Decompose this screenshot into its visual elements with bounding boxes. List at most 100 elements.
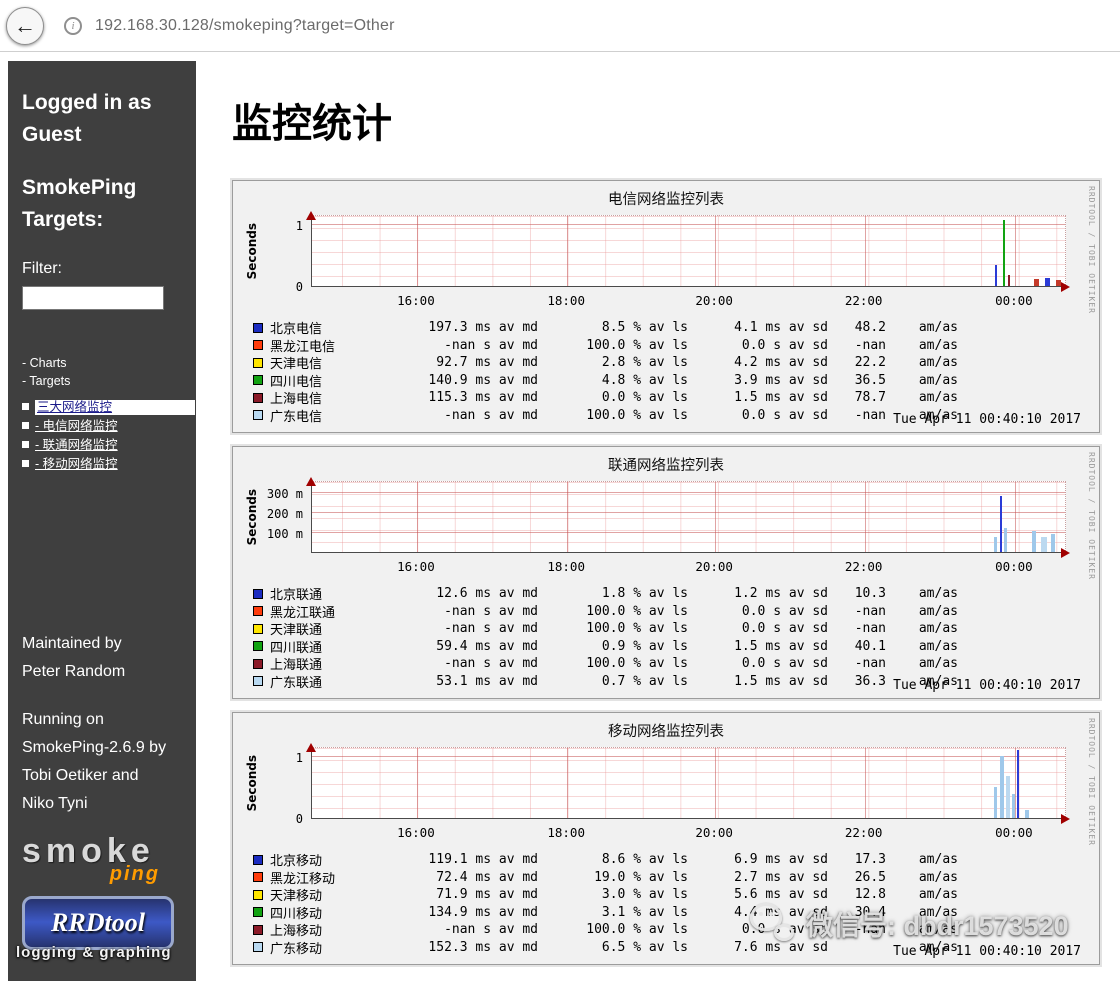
legend-color-swatch — [253, 942, 263, 953]
sd-value: 5.6 ms av sd — [734, 887, 828, 903]
address-bar-url[interactable]: 192.168.30.128/smokeping?target=Other — [95, 17, 395, 35]
legend-color-swatch — [253, 676, 263, 687]
wechat-watermark-text: 微信号: dbdr1573520 — [806, 910, 1069, 941]
tree-item-2[interactable]: - 联通网络监控 — [22, 438, 182, 453]
chart-plot-area: Seconds 1 0 16:00 18:00 20:00 22:00 00:00 — [233, 743, 1099, 843]
amas-value: 36.5 — [854, 372, 886, 388]
smokeping-logo-ping-text: ping — [109, 863, 160, 885]
x-tick-label: 22:00 — [844, 559, 883, 574]
sd-value: 1.5 ms av sd — [734, 390, 828, 406]
tree-item-label[interactable]: - 联通网络监控 — [35, 438, 118, 452]
legend-color-swatch — [253, 357, 263, 368]
median-value: 197.3 ms av md — [428, 320, 538, 336]
legend-row: 天津联通 -nan s av md 100.0 % av ls 0.0 s av sd… — [253, 620, 1099, 638]
loss-value: 100.0 % av ls — [586, 407, 688, 423]
loss-value: 8.5 % av ls — [601, 320, 688, 336]
legend-color-swatch — [253, 623, 263, 634]
filter-label: Filter: — [22, 260, 62, 277]
x-tick-label: 00:00 — [995, 293, 1033, 308]
amas-value: -nan — [854, 603, 886, 619]
running-on-text: Running on SmokePing-2.6.9 by Tobi Oetik… — [22, 711, 167, 812]
sidebar-nav-link-charts[interactable]: - Charts — [22, 354, 182, 372]
sd-value: 3.9 ms av sd — [734, 372, 828, 388]
data-spike — [1031, 531, 1036, 552]
major-grid-line — [567, 216, 569, 286]
median-value: 72.4 ms av md — [436, 869, 538, 885]
filter-input[interactable] — [22, 286, 164, 310]
legend-label: 上海电信 — [270, 392, 323, 408]
chart-title: 电信网络监控列表 — [608, 192, 724, 208]
x-tick-label: 00:00 — [995, 825, 1033, 840]
data-spike — [1033, 279, 1039, 286]
amas-unit: am/as — [918, 621, 958, 637]
back-button[interactable]: ← — [6, 6, 44, 45]
amas-unit: am/as — [918, 586, 958, 602]
data-spike — [1017, 750, 1020, 818]
legend-label: 天津联通 — [270, 623, 323, 639]
rrdtool-logo[interactable]: RRDtool — [22, 896, 174, 950]
tree-item-label[interactable]: - 电信网络监控 — [35, 419, 118, 433]
legend-row: 四川电信 140.9 ms av md 4.8 % av ls 3.9 ms av s… — [253, 372, 1099, 390]
plot-canvas — [306, 477, 1070, 558]
x-axis-arrow-icon — [1061, 548, 1075, 558]
legend-row: 北京联通 12.6 ms av md 1.8 % av ls 1.2 ms av sd… — [253, 585, 1099, 603]
legend-label: 黑龙江电信 — [270, 339, 336, 355]
targets-heading: SmokePing Targets: — [22, 176, 137, 231]
amas-unit: am/as — [918, 337, 958, 353]
legend-label: 上海移动 — [270, 924, 323, 940]
x-tick-label: 18:00 — [547, 559, 585, 574]
sd-value: 0.0 s av sd — [741, 656, 828, 672]
legend-color-swatch — [253, 375, 263, 386]
x-tick-label: 18:00 — [547, 293, 585, 308]
major-grid-line — [567, 482, 569, 552]
legend-color-swatch — [253, 392, 263, 403]
tree-item-3[interactable]: - 移动网络监控 — [22, 457, 182, 472]
data-spike — [1025, 809, 1030, 818]
data-spike — [1002, 219, 1005, 286]
major-grid-line — [416, 216, 418, 286]
legend-color-swatch — [253, 410, 263, 421]
legend-color-swatch — [253, 340, 263, 351]
median-value: -nan s av md — [444, 922, 538, 938]
legend-label: 北京联通 — [270, 588, 323, 604]
sd-value: 1.5 ms av sd — [734, 638, 828, 654]
amas-unit: am/as — [918, 320, 958, 336]
amas-unit: am/as — [918, 372, 958, 388]
maintained-by-text: Maintained by Peter Random — [22, 635, 126, 680]
y-tick-label: 0 — [295, 280, 303, 294]
tree-item-root[interactable]: 三大网络监控 — [22, 400, 195, 415]
legend-row: 黑龙江联通 -nan s av md 100.0 % av ls 0.0 s av s… — [253, 603, 1099, 621]
amas-value: 36.3 — [854, 673, 886, 689]
sidebar-nav-link-targets[interactable]: - Targets — [22, 372, 182, 390]
sidebar: Logged in as Guest SmokePing Targets: Fi… — [8, 61, 196, 981]
tree-item-1[interactable]: - 电信网络监控 — [22, 419, 182, 434]
amas-value: 78.7 — [854, 390, 886, 406]
tree-item-label[interactable]: - 移动网络监控 — [35, 457, 118, 471]
amas-value: 10.3 — [854, 586, 886, 602]
y-tick-label: 0 — [295, 812, 303, 826]
data-spike — [999, 756, 1004, 818]
median-value: 53.1 ms av md — [436, 673, 538, 689]
tree-item-root-label[interactable]: 三大网络监控 — [35, 400, 195, 415]
data-spike — [1045, 277, 1051, 286]
rrdtool-logo-text: RRDtool — [51, 908, 145, 937]
legend-color-swatch — [253, 872, 263, 883]
logged-in-heading: Logged in as Guest — [22, 91, 152, 146]
sd-value: 0.0 s av sd — [741, 337, 828, 353]
major-grid-line — [715, 748, 717, 818]
legend-color-swatch — [253, 889, 263, 900]
legend-label: 四川移动 — [270, 906, 323, 922]
data-spike — [995, 265, 998, 286]
amas-unit: am/as — [918, 852, 958, 868]
page-title: 监控统计 — [232, 102, 392, 146]
page-info-icon[interactable]: i — [64, 16, 82, 35]
plot-canvas — [306, 743, 1070, 824]
loss-value: 0.9 % av ls — [601, 638, 688, 654]
legend-label: 四川电信 — [270, 374, 323, 390]
data-spike — [1004, 527, 1008, 552]
amas-unit: am/as — [918, 603, 958, 619]
loss-value: 100.0 % av ls — [586, 621, 688, 637]
sidebar-tree: 三大网络监控 - 电信网络监控 - 联通网络监控 - 移动网络监控 — [22, 400, 195, 472]
legend-color-swatch — [253, 322, 263, 333]
loss-value: 100.0 % av ls — [586, 922, 688, 938]
